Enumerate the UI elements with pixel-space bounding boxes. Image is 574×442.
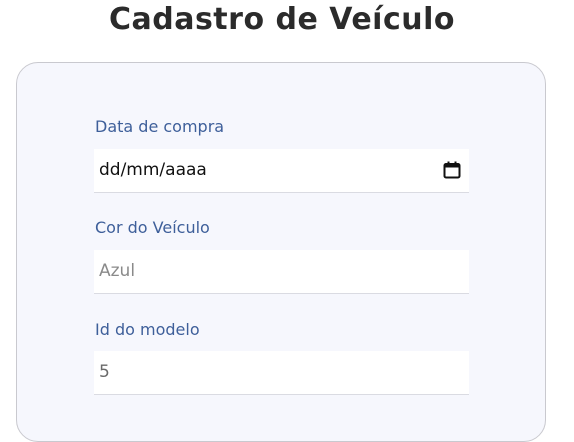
model-id-value: 5 [99, 362, 110, 382]
model-id-input[interactable]: 5 [94, 351, 469, 395]
purchase-date-input[interactable]: dd/mm/aaaa [94, 149, 469, 193]
vehicle-color-label: Cor do Veículo [95, 218, 210, 237]
vehicle-color-input[interactable]: Azul [94, 250, 469, 294]
page-title: Cadastro de Veículo [108, 2, 456, 37]
purchase-date-label: Data de compra [95, 117, 225, 136]
purchase-date-placeholder: dd/mm/aaaa [99, 160, 207, 180]
vehicle-form-card: Data de compra dd/mm/aaaa Cor do Veículo… [16, 62, 546, 442]
vehicle-color-placeholder: Azul [99, 261, 136, 281]
calendar-icon[interactable] [443, 161, 461, 179]
model-id-label: Id do modelo [95, 320, 200, 339]
